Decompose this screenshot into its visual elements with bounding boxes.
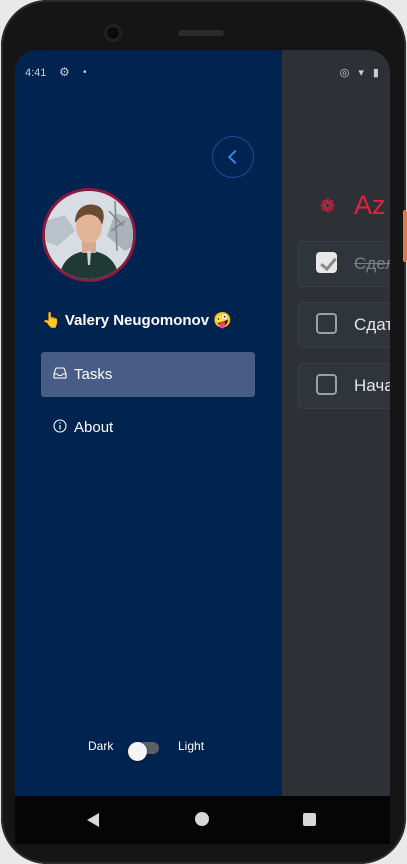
task-item[interactable]: Сдела <box>298 241 390 287</box>
task-item[interactable]: Начат <box>298 363 390 409</box>
earpiece-speaker <box>178 30 224 36</box>
avatar <box>42 188 136 282</box>
navigation-drawer: 👆 Valery Neugomonov 🤪 Tasks About Dark L… <box>15 50 282 796</box>
theme-toggle: Dark Light <box>88 738 248 761</box>
task-checkbox[interactable] <box>316 374 337 395</box>
side-button <box>403 210 407 262</box>
system-navigation-bar <box>15 796 390 844</box>
rose-icon: ❁ <box>320 196 336 216</box>
status-bar: 4:41 ⚙ • ◎ ▾ ▮ <box>15 50 390 96</box>
status-time: 4:41 <box>25 67 47 79</box>
status-icons: ◎ ▾ ▮ <box>339 67 382 79</box>
front-camera <box>104 24 122 42</box>
recent-apps-icon[interactable] <box>303 813 316 826</box>
task-text: Сдела <box>354 254 390 273</box>
nav-item-label: Tasks <box>74 366 113 383</box>
task-checkbox[interactable] <box>316 252 337 273</box>
nav-item-about[interactable]: About <box>41 405 255 450</box>
avatar-photo <box>45 191 133 279</box>
nav-item-label: About <box>74 419 114 436</box>
task-item[interactable]: Сдать <box>298 302 390 348</box>
inbox-icon <box>53 367 67 379</box>
screen: ❁ Az Сдела Сдать Начат 👆 Val <box>15 50 390 796</box>
task-text: Начат <box>354 376 390 395</box>
app-title: Az <box>354 190 386 220</box>
nav-item-tasks[interactable]: Tasks <box>41 352 255 397</box>
home-icon[interactable] <box>195 812 209 826</box>
task-text: Сдать <box>354 315 390 334</box>
theme-switch-knob[interactable] <box>128 742 147 761</box>
theme-switch[interactable] <box>128 742 159 761</box>
dark-label: Dark <box>88 739 114 753</box>
info-icon <box>53 419 67 433</box>
light-label: Light <box>178 739 205 753</box>
task-checkbox[interactable] <box>316 313 337 334</box>
notification-dot-icon: • <box>83 67 87 78</box>
collapse-drawer-button[interactable] <box>212 136 254 178</box>
back-icon[interactable] <box>87 813 99 827</box>
gear-icon: ⚙ <box>59 65 70 79</box>
user-name: 👆 Valery Neugomonov 🤪 <box>42 312 232 329</box>
